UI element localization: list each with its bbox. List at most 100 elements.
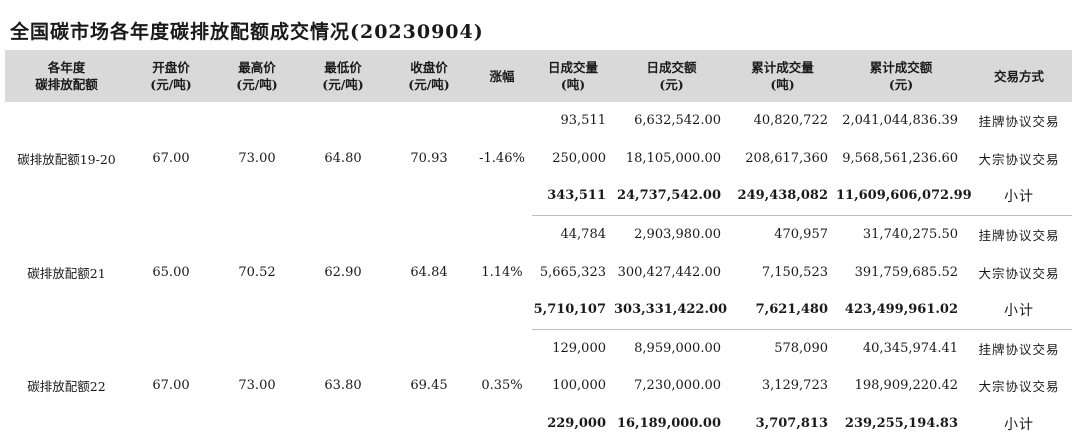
header-line: 各年度 bbox=[47, 60, 86, 75]
daily-volume-cell: 100,000 bbox=[552, 378, 606, 394]
cumulative-amount-cell: 239,255,194.83 bbox=[844, 416, 958, 432]
header-line: 交易方式 bbox=[993, 68, 1044, 84]
open-price-cell: 67.00 bbox=[152, 151, 190, 167]
trade-mode-cell: 挂牌协议交易 bbox=[978, 228, 1060, 244]
header-change: 涨幅 bbox=[472, 50, 532, 102]
header-line: (元) bbox=[888, 77, 914, 92]
cumulative-volume-cell: 3,707,813 bbox=[755, 416, 828, 432]
header-line: 累计成交额 bbox=[869, 60, 933, 75]
cumulative-volume-cell: 7,150,523 bbox=[761, 264, 828, 280]
header-low-price: 最低价 (元/吨) bbox=[300, 50, 386, 102]
cumulative-amount-cell: 391,759,685.52 bbox=[854, 264, 958, 280]
daily-amount-cell: 24,737,542.00 bbox=[614, 177, 729, 216]
quota-name-cell: 碳排放配额21 bbox=[27, 265, 106, 281]
daily-amount-cell: 2,903,980.00 bbox=[634, 227, 721, 243]
cumulative-volume-cell: 40,820,722 bbox=[753, 113, 828, 129]
carbon-quota-trading-table: 各年度碳排放配额 开盘价 (元/吨) 最高价 (元/吨) 最低价 (元/吨) 收盘价 (… bbox=[5, 50, 1072, 442]
header-line: (元/吨) bbox=[322, 77, 364, 92]
header-line: 累计成交量 bbox=[751, 60, 814, 75]
header-daily-volume: 日成交量 (吨) bbox=[532, 50, 614, 102]
daily-volume-cell: 5,710,107 bbox=[532, 290, 614, 330]
cumulative-volume-cell: 470,957 bbox=[774, 227, 828, 243]
trade-mode-cell: 挂牌协议交易 bbox=[978, 114, 1060, 130]
header-line: (元/吨) bbox=[236, 77, 278, 92]
close-price-cell: 64.84 bbox=[410, 264, 448, 280]
header-line: 日成交量 bbox=[547, 60, 598, 75]
header-line: 碳排放配额 bbox=[35, 77, 98, 92]
open-price-cell: 67.00 bbox=[152, 378, 190, 394]
daily-volume-cell: 129,000 bbox=[552, 340, 606, 356]
cumulative-amount-cell: 9,568,561,236.60 bbox=[842, 150, 958, 166]
header-line: (元/吨) bbox=[150, 77, 192, 92]
header-line: (元) bbox=[659, 77, 684, 92]
cumulative-amount-cell: 11,609,606,072.99 bbox=[836, 177, 972, 216]
change-cell: -1.46% bbox=[479, 151, 525, 167]
close-price-cell: 70.93 bbox=[410, 151, 448, 167]
daily-amount-cell: 303,331,422.00 bbox=[614, 290, 729, 330]
daily-volume-cell: 250,000 bbox=[552, 150, 606, 166]
header-trade-mode: 交易方式 bbox=[966, 50, 1072, 102]
daily-amount-cell: 8,959,000.00 bbox=[634, 340, 721, 356]
header-line: 最低价 bbox=[324, 60, 362, 75]
cumulative-amount-cell: 2,041,044,836.39 bbox=[842, 113, 958, 129]
header-row: 各年度碳排放配额 开盘价 (元/吨) 最高价 (元/吨) 最低价 (元/吨) 收盘价 (… bbox=[5, 50, 1072, 102]
low-price-cell: 63.80 bbox=[324, 378, 362, 394]
daily-amount-cell: 16,189,000.00 bbox=[616, 416, 721, 432]
trade-mode-cell: 大宗协议交易 bbox=[978, 379, 1060, 395]
low-price-cell: 64.80 bbox=[324, 151, 362, 167]
high-price-cell: 73.00 bbox=[238, 151, 276, 167]
high-price-cell: 73.00 bbox=[238, 378, 276, 394]
change-cell: 0.35% bbox=[481, 378, 523, 394]
header-cumulative-amount: 累计成交额 (元) bbox=[836, 50, 966, 102]
quota-name-cell: 碳排放配额22 bbox=[27, 379, 106, 395]
header-daily-amount: 日成交额 (元) bbox=[614, 50, 729, 102]
header-line: 日成交额 bbox=[646, 60, 697, 75]
header-line: (吨) bbox=[560, 77, 586, 92]
cumulative-amount-cell: 31,740,275.50 bbox=[862, 227, 958, 243]
daily-volume-cell: 93,511 bbox=[560, 113, 607, 129]
header-line: (元/吨) bbox=[408, 77, 450, 92]
header-quota-year: 各年度 碳排放配额 bbox=[5, 50, 128, 102]
table-row: 碳排放配额21 65.00 70.52 62.90 64.84 1.14% 44… bbox=[5, 215, 1072, 281]
daily-amount-cell: 300,427,442.00 bbox=[617, 264, 721, 280]
daily-volume-cell: 5,665,323 bbox=[539, 264, 606, 280]
cumulative-volume-cell: 208,617,360 bbox=[745, 150, 828, 166]
header-line: 最高价 bbox=[238, 60, 276, 75]
cumulative-volume-cell: 7,621,480 bbox=[729, 290, 836, 330]
trade-mode-cell: 大宗协议交易 bbox=[978, 265, 1060, 281]
header-line: (吨) bbox=[770, 77, 795, 92]
header-cumulative-volume: 累计成交量 (吨) bbox=[729, 50, 836, 102]
header-line: 涨幅 bbox=[489, 68, 515, 84]
daily-volume-cell: 343,511 bbox=[532, 177, 614, 216]
cumulative-volume-cell: 3,129,723 bbox=[761, 378, 828, 394]
cumulative-amount-cell: 198,909,220.42 bbox=[854, 378, 958, 394]
quota-name-cell: 碳排放配额19-20 bbox=[17, 152, 116, 168]
header-line: 收盘价 bbox=[410, 60, 448, 75]
trade-mode-cell: 小计 bbox=[966, 290, 1072, 330]
trade-mode-cell: 小计 bbox=[966, 177, 1072, 216]
daily-volume-cell: 44,784 bbox=[560, 227, 607, 243]
daily-amount-cell: 18,105,000.00 bbox=[625, 150, 721, 166]
cumulative-amount-cell: 423,499,961.02 bbox=[836, 290, 966, 330]
page-title: 全国碳市场各年度碳排放配额成交情况(20230904) bbox=[10, 21, 484, 43]
header-close-price: 收盘价 (元/吨) bbox=[386, 50, 472, 102]
daily-amount-cell: 7,230,000.00 bbox=[634, 378, 721, 394]
high-price-cell: 70.52 bbox=[238, 264, 276, 280]
daily-amount-cell: 6,632,542.00 bbox=[634, 113, 721, 129]
trade-mode-cell: 大宗协议交易 bbox=[978, 151, 1060, 167]
trade-mode-cell: 小计 bbox=[1004, 416, 1034, 433]
header-open-price: 开盘价 (元/吨) bbox=[128, 50, 214, 102]
low-price-cell: 62.90 bbox=[324, 264, 362, 280]
close-price-cell: 69.45 bbox=[410, 378, 448, 394]
daily-volume-cell: 229,000 bbox=[547, 416, 606, 432]
table-row: 碳排放配额19-20 67.00 73.00 64.80 70.93 -1.46… bbox=[5, 102, 1072, 167]
trade-mode-cell: 挂牌协议交易 bbox=[978, 341, 1060, 357]
header-line: 开盘价 bbox=[152, 60, 190, 75]
change-cell: 1.14% bbox=[481, 264, 523, 280]
table-row: 碳排放配额22 67.00 73.00 63.80 69.45 0.35% 12… bbox=[5, 329, 1072, 394]
cumulative-volume-cell: 249,438,082 bbox=[729, 177, 836, 216]
cumulative-volume-cell: 578,090 bbox=[774, 340, 828, 356]
header-high-price: 最高价 (元/吨) bbox=[214, 50, 300, 102]
cumulative-amount-cell: 40,345,974.41 bbox=[862, 340, 958, 356]
open-price-cell: 65.00 bbox=[152, 264, 190, 280]
